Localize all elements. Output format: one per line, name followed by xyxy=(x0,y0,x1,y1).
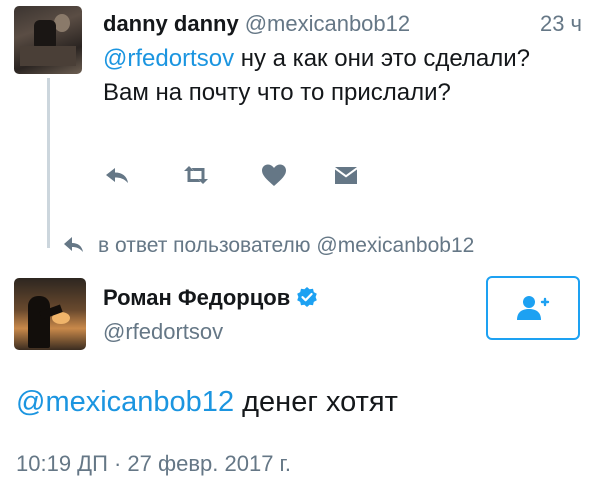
reply-context: в ответ пользователю @mexicanbob12 xyxy=(62,232,474,260)
mail-icon[interactable] xyxy=(331,160,361,190)
reply-context-prefix: в ответ пользователю xyxy=(98,234,317,257)
mention-link[interactable]: @mexicanbob12 xyxy=(16,386,234,418)
reply-tweet-header: danny danny @mexicanbob12 xyxy=(103,10,410,38)
add-user-icon xyxy=(517,296,550,320)
tweet-time[interactable]: 23 ч xyxy=(540,10,582,38)
author-name[interactable]: danny danny xyxy=(103,11,239,36)
verified-badge-icon xyxy=(296,286,318,308)
author-name[interactable]: Роман Федорцов xyxy=(103,285,290,310)
reply-icon[interactable] xyxy=(103,160,133,190)
avatar[interactable] xyxy=(14,6,82,74)
retweet-icon[interactable] xyxy=(181,160,211,190)
tweet-actions xyxy=(103,160,403,190)
author-handle[interactable]: @rfedortsov xyxy=(103,318,223,346)
follow-button[interactable] xyxy=(486,276,580,340)
author-name-row: Роман Федорцов xyxy=(103,284,318,312)
mention-link[interactable]: @rfedortsov xyxy=(103,45,234,72)
heart-icon[interactable] xyxy=(259,160,289,190)
avatar[interactable] xyxy=(14,278,86,350)
reply-icon xyxy=(62,234,86,254)
tweet-timestamp: 10:19 ДП · 27 февр. 2017 г. xyxy=(16,451,291,476)
thread-line xyxy=(47,78,50,248)
tweet-text: @rfedortsov ну а как они это сделали? Ва… xyxy=(103,42,573,110)
author-handle[interactable]: @mexicanbob12 xyxy=(245,11,410,36)
reply-context-handle[interactable]: @mexicanbob12 xyxy=(316,234,474,257)
main-tweet-text: @mexicanbob12 денег хотят xyxy=(16,384,398,420)
tweet-text-content: денег хотят xyxy=(234,386,398,418)
